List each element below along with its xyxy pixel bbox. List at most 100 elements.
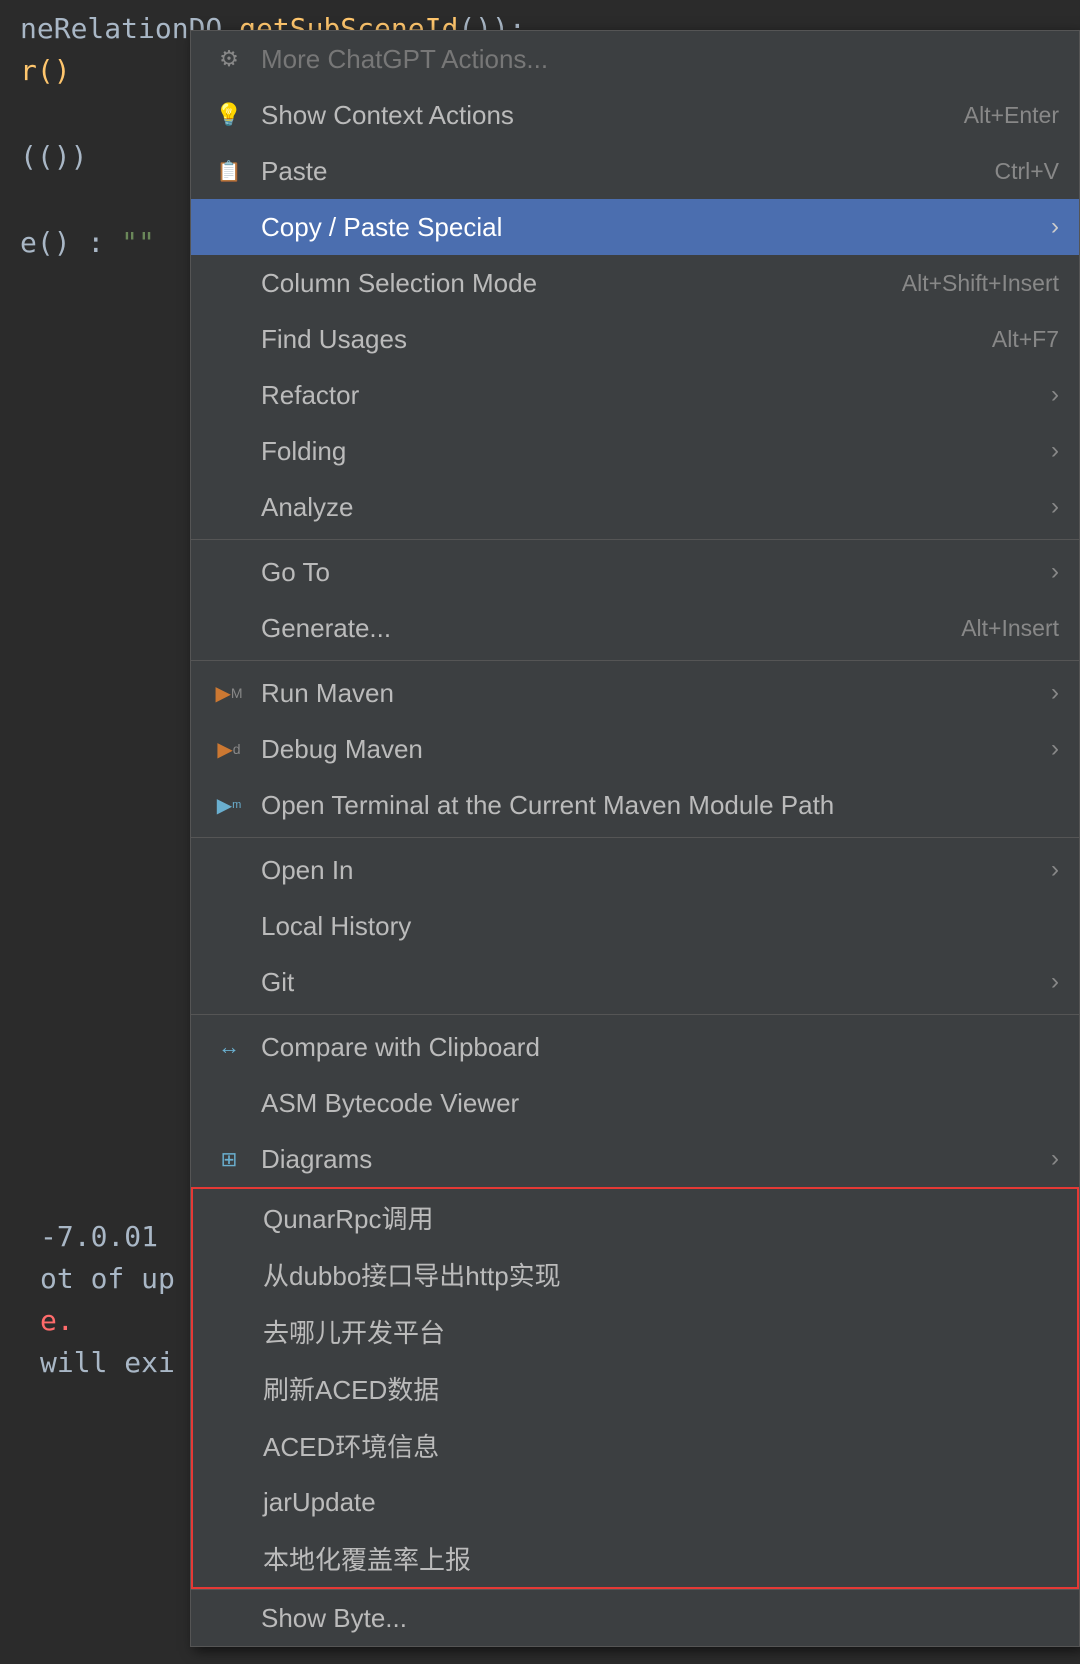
run-maven-icon: ▶M xyxy=(211,675,247,711)
menu-item-local-history[interactable]: Local History xyxy=(191,898,1079,954)
menu-item-show-context-actions[interactable]: 💡 Show Context Actions Alt+Enter xyxy=(191,87,1079,143)
bulb-icon: 💡 xyxy=(211,97,247,133)
menu-label-paste: Paste xyxy=(261,156,974,187)
menu-item-go-to[interactable]: Go To › xyxy=(191,544,1079,600)
shortcut-show-context-actions: Alt+Enter xyxy=(964,102,1059,129)
shortcut-paste: Ctrl+V xyxy=(994,158,1059,185)
submenu-arrow-diagrams: › xyxy=(1051,1145,1059,1173)
menu-label-git: Git xyxy=(261,967,1041,998)
menu-label-refactor: Refactor xyxy=(261,380,1041,411)
aced-env-icon xyxy=(213,1428,249,1464)
menu-label-open-in: Open In xyxy=(261,855,1041,886)
menu-label-dubbo-http: 从dubbo接口导出http实现 xyxy=(263,1256,1057,1293)
submenu-arrow-copy-paste-special: › xyxy=(1051,213,1059,241)
menu-item-refactor[interactable]: Refactor › xyxy=(191,367,1079,423)
menu-label-aced-env: ACED环境信息 xyxy=(263,1427,1057,1464)
asm-bytecode-icon xyxy=(211,1085,247,1121)
paste-icon: 📋 xyxy=(211,153,247,189)
terminal-icon: ▶m xyxy=(211,787,247,823)
menu-item-analyze[interactable]: Analyze › xyxy=(191,479,1079,535)
menu-label-asm-bytecode: ASM Bytecode Viewer xyxy=(261,1088,1059,1119)
separator-1 xyxy=(191,539,1079,540)
menu-label-qunar-rpc: QunarRpc调用 xyxy=(263,1199,1057,1236)
menu-item-show-bytecode[interactable]: Show Byte... xyxy=(191,1589,1079,1646)
menu-item-jar-update[interactable]: jarUpdate xyxy=(193,1474,1077,1530)
menu-label-refresh-aced: 刷新ACED数据 xyxy=(263,1370,1057,1407)
dubbo-http-icon xyxy=(213,1257,249,1293)
submenu-arrow-open-in: › xyxy=(1051,856,1059,884)
open-in-icon xyxy=(211,852,247,888)
separator-2 xyxy=(191,660,1079,661)
debug-maven-icon: ▶d xyxy=(211,731,247,767)
submenu-arrow-go-to: › xyxy=(1051,558,1059,586)
menu-item-git[interactable]: Git › xyxy=(191,954,1079,1010)
context-menu: ⚙ More ChatGPT Actions... 💡 Show Context… xyxy=(190,30,1080,1647)
refresh-aced-icon xyxy=(213,1371,249,1407)
menu-item-find-usages[interactable]: Find Usages Alt+F7 xyxy=(191,311,1079,367)
menu-item-diagrams[interactable]: ⊞ Diagrams › xyxy=(191,1131,1079,1187)
show-bytecode-icon xyxy=(211,1600,247,1636)
menu-label-folding: Folding xyxy=(261,436,1041,467)
bottom-code-1: -7.0.01 xyxy=(20,1216,175,1258)
menu-label-qunar-dev: 去哪儿开发平台 xyxy=(263,1313,1057,1350)
menu-item-qunar-rpc[interactable]: QunarRpc调用 xyxy=(193,1189,1077,1246)
menu-item-run-maven[interactable]: ▶M Run Maven › xyxy=(191,665,1079,721)
menu-item-aced-env[interactable]: ACED环境信息 xyxy=(193,1417,1077,1474)
bottom-code-2: ot of up xyxy=(20,1258,175,1300)
submenu-arrow-folding: › xyxy=(1051,437,1059,465)
compare-clipboard-icon: ↔ xyxy=(211,1029,247,1065)
menu-item-generate[interactable]: Generate... Alt+Insert xyxy=(191,600,1079,656)
menu-item-dubbo-http[interactable]: 从dubbo接口导出http实现 xyxy=(193,1246,1077,1303)
menu-item-compare-clipboard[interactable]: ↔ Compare with Clipboard xyxy=(191,1019,1079,1075)
local-history-icon xyxy=(211,908,247,944)
analyze-icon xyxy=(211,489,247,525)
menu-item-asm-bytecode[interactable]: ASM Bytecode Viewer xyxy=(191,1075,1079,1131)
separator-4 xyxy=(191,1014,1079,1015)
menu-label-localization: 本地化覆盖率上报 xyxy=(263,1540,1057,1577)
qunar-rpc-icon xyxy=(213,1200,249,1236)
menu-item-copy-paste-special[interactable]: Copy / Paste Special › xyxy=(191,199,1079,255)
menu-label-local-history: Local History xyxy=(261,911,1059,942)
menu-label-go-to: Go To xyxy=(261,557,1041,588)
menu-item-refresh-aced[interactable]: 刷新ACED数据 xyxy=(193,1360,1077,1417)
find-usages-icon xyxy=(211,321,247,357)
separator-3 xyxy=(191,837,1079,838)
menu-item-debug-maven[interactable]: ▶d Debug Maven › xyxy=(191,721,1079,777)
shortcut-find-usages: Alt+F7 xyxy=(992,326,1059,353)
menu-label-analyze: Analyze xyxy=(261,492,1041,523)
menu-item-more-chatgpt[interactable]: ⚙ More ChatGPT Actions... xyxy=(191,31,1079,87)
menu-label-more-chatgpt: More ChatGPT Actions... xyxy=(261,44,1059,75)
submenu-arrow-refactor: › xyxy=(1051,381,1059,409)
copy-paste-special-icon xyxy=(211,209,247,245)
chatgpt-icon: ⚙ xyxy=(211,41,247,77)
menu-item-qunar-dev[interactable]: 去哪儿开发平台 xyxy=(193,1303,1077,1360)
submenu-arrow-analyze: › xyxy=(1051,493,1059,521)
jar-update-icon xyxy=(213,1484,249,1520)
menu-label-diagrams: Diagrams xyxy=(261,1144,1041,1175)
localization-icon xyxy=(213,1541,249,1577)
bottom-code-3: e. xyxy=(20,1300,175,1342)
menu-label-compare-clipboard: Compare with Clipboard xyxy=(261,1032,1059,1063)
menu-item-open-in[interactable]: Open In › xyxy=(191,842,1079,898)
menu-label-column-selection-mode: Column Selection Mode xyxy=(261,268,882,299)
menu-item-folding[interactable]: Folding › xyxy=(191,423,1079,479)
submenu-arrow-debug-maven: › xyxy=(1051,735,1059,763)
menu-item-paste[interactable]: 📋 Paste Ctrl+V xyxy=(191,143,1079,199)
shortcut-column-selection: Alt+Shift+Insert xyxy=(902,270,1059,297)
menu-label-run-maven: Run Maven xyxy=(261,678,1041,709)
column-selection-icon xyxy=(211,265,247,301)
menu-item-open-terminal[interactable]: ▶m Open Terminal at the Current Maven Mo… xyxy=(191,777,1079,833)
special-section: QunarRpc调用 从dubbo接口导出http实现 去哪儿开发平台 刷新AC… xyxy=(191,1187,1079,1589)
menu-item-localization[interactable]: 本地化覆盖率上报 xyxy=(193,1530,1077,1587)
menu-item-column-selection-mode[interactable]: Column Selection Mode Alt+Shift+Insert xyxy=(191,255,1079,311)
menu-label-show-context-actions: Show Context Actions xyxy=(261,100,944,131)
refactor-icon xyxy=(211,377,247,413)
menu-label-debug-maven: Debug Maven xyxy=(261,734,1041,765)
shortcut-generate: Alt+Insert xyxy=(961,615,1059,642)
folding-icon xyxy=(211,433,247,469)
submenu-arrow-run-maven: › xyxy=(1051,679,1059,707)
menu-label-jar-update: jarUpdate xyxy=(263,1487,1057,1518)
submenu-arrow-git: › xyxy=(1051,968,1059,996)
go-to-icon xyxy=(211,554,247,590)
diagrams-icon: ⊞ xyxy=(211,1141,247,1177)
